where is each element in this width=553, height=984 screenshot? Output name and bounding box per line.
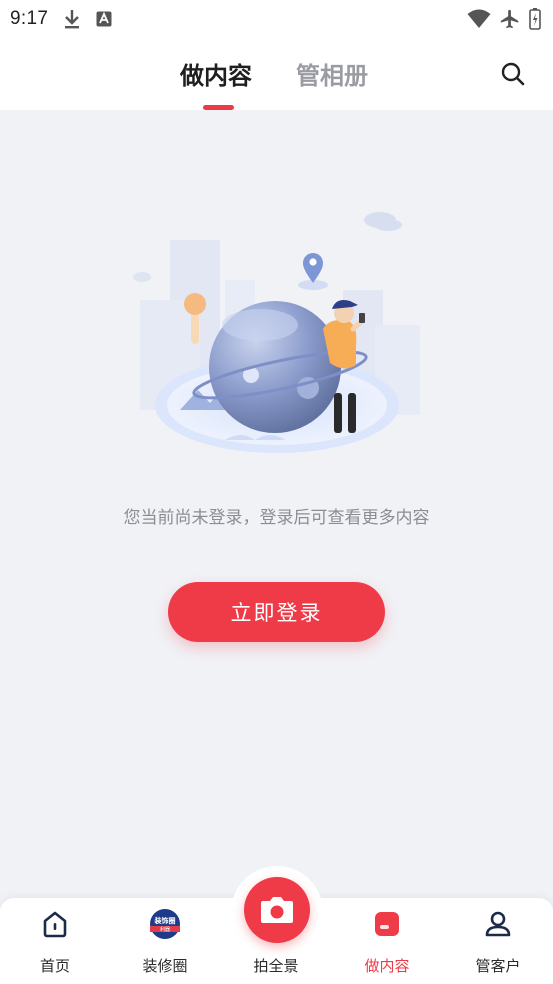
logo-text-bottom: 利器 <box>160 926 170 933</box>
status-time: 9:17 <box>10 8 49 29</box>
status-right <box>467 8 541 30</box>
tab-manage-album[interactable]: 管相册 <box>296 56 368 91</box>
wifi-icon <box>467 9 491 28</box>
nav-label-manage-customers: 管客户 <box>475 957 521 975</box>
logo-text-top: 装饰圈 <box>154 916 176 925</box>
nav-label-decoration-circle: 装修圈 <box>142 957 188 975</box>
translate-icon <box>96 11 112 27</box>
empty-state-message: 您当前尚未登录，登录后可查看更多内容 <box>123 508 430 528</box>
battery-icon <box>529 8 541 30</box>
login-now-button[interactable]: 立即登录 <box>168 582 385 642</box>
nav-label-home: 首页 <box>39 957 70 975</box>
main-content: 您当前尚未登录，登录后可查看更多内容 立即登录 <box>0 110 553 898</box>
nav-item-panorama[interactable]: 拍全景 <box>221 898 331 984</box>
header: 做内容 管相册 <box>0 38 553 110</box>
nav-item-make-content[interactable]: 做内容 <box>332 898 442 984</box>
empty-state-illustration <box>133 212 420 453</box>
nav-item-decoration-circle[interactable]: 装饰圈 利器 装修圈 <box>110 898 220 984</box>
user-icon <box>485 911 511 937</box>
home-icon <box>43 911 67 938</box>
airplane-icon <box>500 9 519 29</box>
decoration-circle-logo: 装饰圈 利器 <box>150 909 180 939</box>
status-left: 9:17 <box>10 8 112 30</box>
download-icon <box>65 10 80 29</box>
nav-item-home[interactable]: 首页 <box>0 898 110 984</box>
content-card-icon <box>375 912 399 936</box>
status-bar: 9:17 <box>0 0 553 38</box>
search-icon[interactable] <box>499 60 527 88</box>
nav-item-manage-customers[interactable]: 管客户 <box>443 898 553 984</box>
nav-label-make-content: 做内容 <box>364 957 410 975</box>
tab-make-content[interactable]: 做内容 <box>180 56 252 91</box>
nav-label-panorama: 拍全景 <box>253 957 299 975</box>
